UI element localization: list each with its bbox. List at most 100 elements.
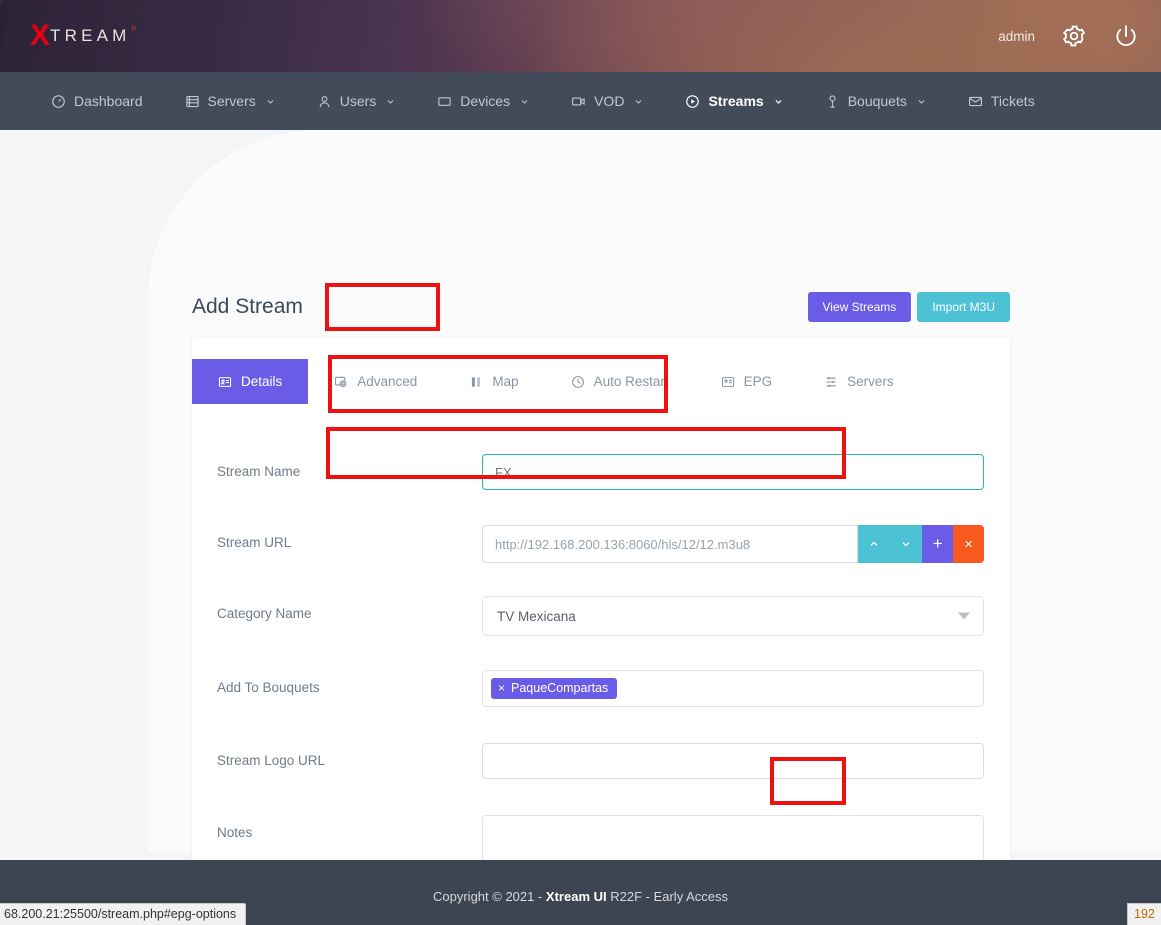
header-right-group: admin bbox=[998, 23, 1139, 49]
chevron-down-icon bbox=[266, 97, 275, 106]
envelope-icon bbox=[968, 94, 983, 109]
stream-url-move-down-button[interactable] bbox=[890, 525, 922, 563]
chevron-down-icon bbox=[520, 97, 529, 106]
label-stream-url: Stream URL bbox=[192, 525, 482, 550]
stream-url-input[interactable] bbox=[482, 525, 858, 563]
nav-item-servers[interactable]: Servers bbox=[164, 72, 296, 130]
field-row-category-name: Category Name TV Mexicana bbox=[192, 596, 1010, 636]
logo[interactable]: X TREAM u bbox=[30, 21, 136, 51]
label-category-name: Category Name bbox=[192, 596, 482, 621]
label-notes: Notes bbox=[192, 815, 482, 840]
nav-label-vod: VOD bbox=[594, 93, 624, 109]
label-stream-name: Stream Name bbox=[192, 454, 482, 479]
view-streams-button[interactable]: View Streams bbox=[808, 292, 912, 322]
stream-url-move-up-button[interactable] bbox=[858, 525, 890, 563]
copyright-suffix: R22F - Early Access bbox=[607, 889, 728, 904]
tab-label-map: Map bbox=[492, 374, 518, 389]
video-icon bbox=[571, 94, 586, 109]
power-icon[interactable] bbox=[1113, 23, 1139, 49]
form-tabs: Details Advanced Map Auto Restart bbox=[192, 359, 1010, 404]
label-add-to-bouquets: Add To Bouquets bbox=[192, 670, 482, 695]
import-m3u-button[interactable]: Import M3U bbox=[917, 292, 1010, 322]
nav-label-streams: Streams bbox=[708, 93, 763, 109]
nav-label-dashboard: Dashboard bbox=[74, 93, 143, 109]
gear-icon[interactable] bbox=[1061, 23, 1087, 49]
nav-item-users[interactable]: Users bbox=[296, 72, 417, 130]
servers-icon bbox=[824, 375, 838, 389]
brand-name: Xtream UI bbox=[546, 889, 607, 904]
page-body: Add Stream View Streams Import M3U Detai… bbox=[0, 130, 1161, 859]
field-row-bouquets: Add To Bouquets × PaqueCompartas bbox=[192, 670, 1010, 707]
close-icon[interactable]: × bbox=[498, 681, 505, 695]
logo-wordmark: TREAM bbox=[50, 26, 131, 46]
tab-servers[interactable]: Servers bbox=[798, 359, 920, 404]
bouquets-input[interactable]: × PaqueCompartas bbox=[482, 670, 984, 707]
chevron-down-icon bbox=[917, 97, 926, 106]
nav-item-tickets[interactable]: Tickets bbox=[947, 72, 1056, 130]
clock-icon bbox=[571, 375, 585, 389]
tab-label-advanced: Advanced bbox=[357, 374, 417, 389]
label-stream-logo-url: Stream Logo URL bbox=[192, 743, 482, 768]
category-name-select[interactable]: TV Mexicana bbox=[482, 596, 984, 636]
nav-item-vod[interactable]: VOD bbox=[550, 72, 664, 130]
page-title: Add Stream bbox=[192, 295, 303, 319]
device-icon bbox=[437, 94, 452, 109]
play-circle-icon bbox=[685, 94, 700, 109]
copyright-text: Copyright © 2021 - Xtream UI R22F - Earl… bbox=[433, 889, 728, 904]
stream-url-group: + × bbox=[482, 525, 984, 563]
nav-label-devices: Devices bbox=[460, 93, 510, 109]
nav-label-tickets: Tickets bbox=[991, 93, 1035, 109]
chevron-down-icon bbox=[774, 97, 783, 106]
field-row-stream-url: Stream URL + × bbox=[192, 525, 1010, 563]
corner-overlay-chip: 192 bbox=[1127, 903, 1161, 925]
tab-details[interactable]: Details bbox=[192, 359, 308, 404]
tab-auto-restart[interactable]: Auto Restart bbox=[545, 359, 695, 404]
stream-name-input[interactable] bbox=[482, 454, 984, 490]
bouquet-tag[interactable]: × PaqueCompartas bbox=[491, 678, 617, 699]
nav-label-users: Users bbox=[340, 93, 377, 109]
server-icon bbox=[185, 94, 200, 109]
chevron-up-icon bbox=[869, 539, 879, 549]
tab-advanced[interactable]: Advanced bbox=[308, 359, 443, 404]
app-header: X TREAM u admin bbox=[0, 0, 1161, 72]
tab-label-auto-restart: Auto Restart bbox=[594, 374, 669, 389]
dashboard-icon bbox=[51, 94, 66, 109]
chevron-down-icon bbox=[901, 539, 911, 549]
page-header-bar: Add Stream View Streams Import M3U bbox=[192, 282, 1010, 332]
field-row-stream-logo-url: Stream Logo URL bbox=[192, 743, 1010, 779]
nav-item-devices[interactable]: Devices bbox=[416, 72, 550, 130]
map-icon bbox=[469, 375, 483, 389]
logo-x-mark: X bbox=[30, 21, 49, 51]
add-stream-card: Details Advanced Map Auto Restart bbox=[192, 337, 1010, 925]
tab-map[interactable]: Map bbox=[443, 359, 544, 404]
logo-superscript: u bbox=[132, 23, 136, 32]
tab-label-epg: EPG bbox=[744, 374, 773, 389]
add-stream-form: Stream Name Stream URL bbox=[192, 404, 1010, 925]
remove-stream-url-button[interactable]: × bbox=[953, 525, 984, 563]
chevron-down-icon bbox=[958, 613, 970, 620]
epg-icon bbox=[721, 375, 735, 389]
id-card-icon bbox=[218, 375, 232, 389]
nav-label-bouquets: Bouquets bbox=[848, 93, 907, 109]
nav-item-dashboard[interactable]: Dashboard bbox=[30, 72, 164, 130]
tab-label-servers: Servers bbox=[847, 374, 894, 389]
chevron-down-icon bbox=[634, 97, 643, 106]
page-action-buttons: View Streams Import M3U bbox=[808, 292, 1011, 322]
add-stream-url-button[interactable]: + bbox=[922, 525, 953, 563]
browser-status-url: 68.200.21:25500/stream.php#epg-options bbox=[0, 903, 246, 925]
category-select-wrap: TV Mexicana bbox=[482, 596, 984, 636]
bouquet-icon bbox=[825, 94, 840, 109]
nav-label-servers: Servers bbox=[208, 93, 256, 109]
current-user-label: admin bbox=[998, 29, 1035, 44]
nav-item-bouquets[interactable]: Bouquets bbox=[804, 72, 947, 130]
tab-label-details: Details bbox=[241, 374, 282, 389]
copyright-prefix: Copyright © 2021 - bbox=[433, 889, 546, 904]
nav-item-streams[interactable]: Streams bbox=[664, 72, 803, 130]
bouquet-tag-label: PaqueCompartas bbox=[511, 681, 608, 695]
stream-logo-url-input[interactable] bbox=[482, 743, 984, 779]
chevron-down-icon bbox=[386, 97, 395, 106]
tab-epg[interactable]: EPG bbox=[695, 359, 799, 404]
user-icon bbox=[317, 94, 332, 109]
field-row-stream-name: Stream Name bbox=[192, 454, 1010, 490]
cog-box-icon bbox=[334, 375, 348, 389]
